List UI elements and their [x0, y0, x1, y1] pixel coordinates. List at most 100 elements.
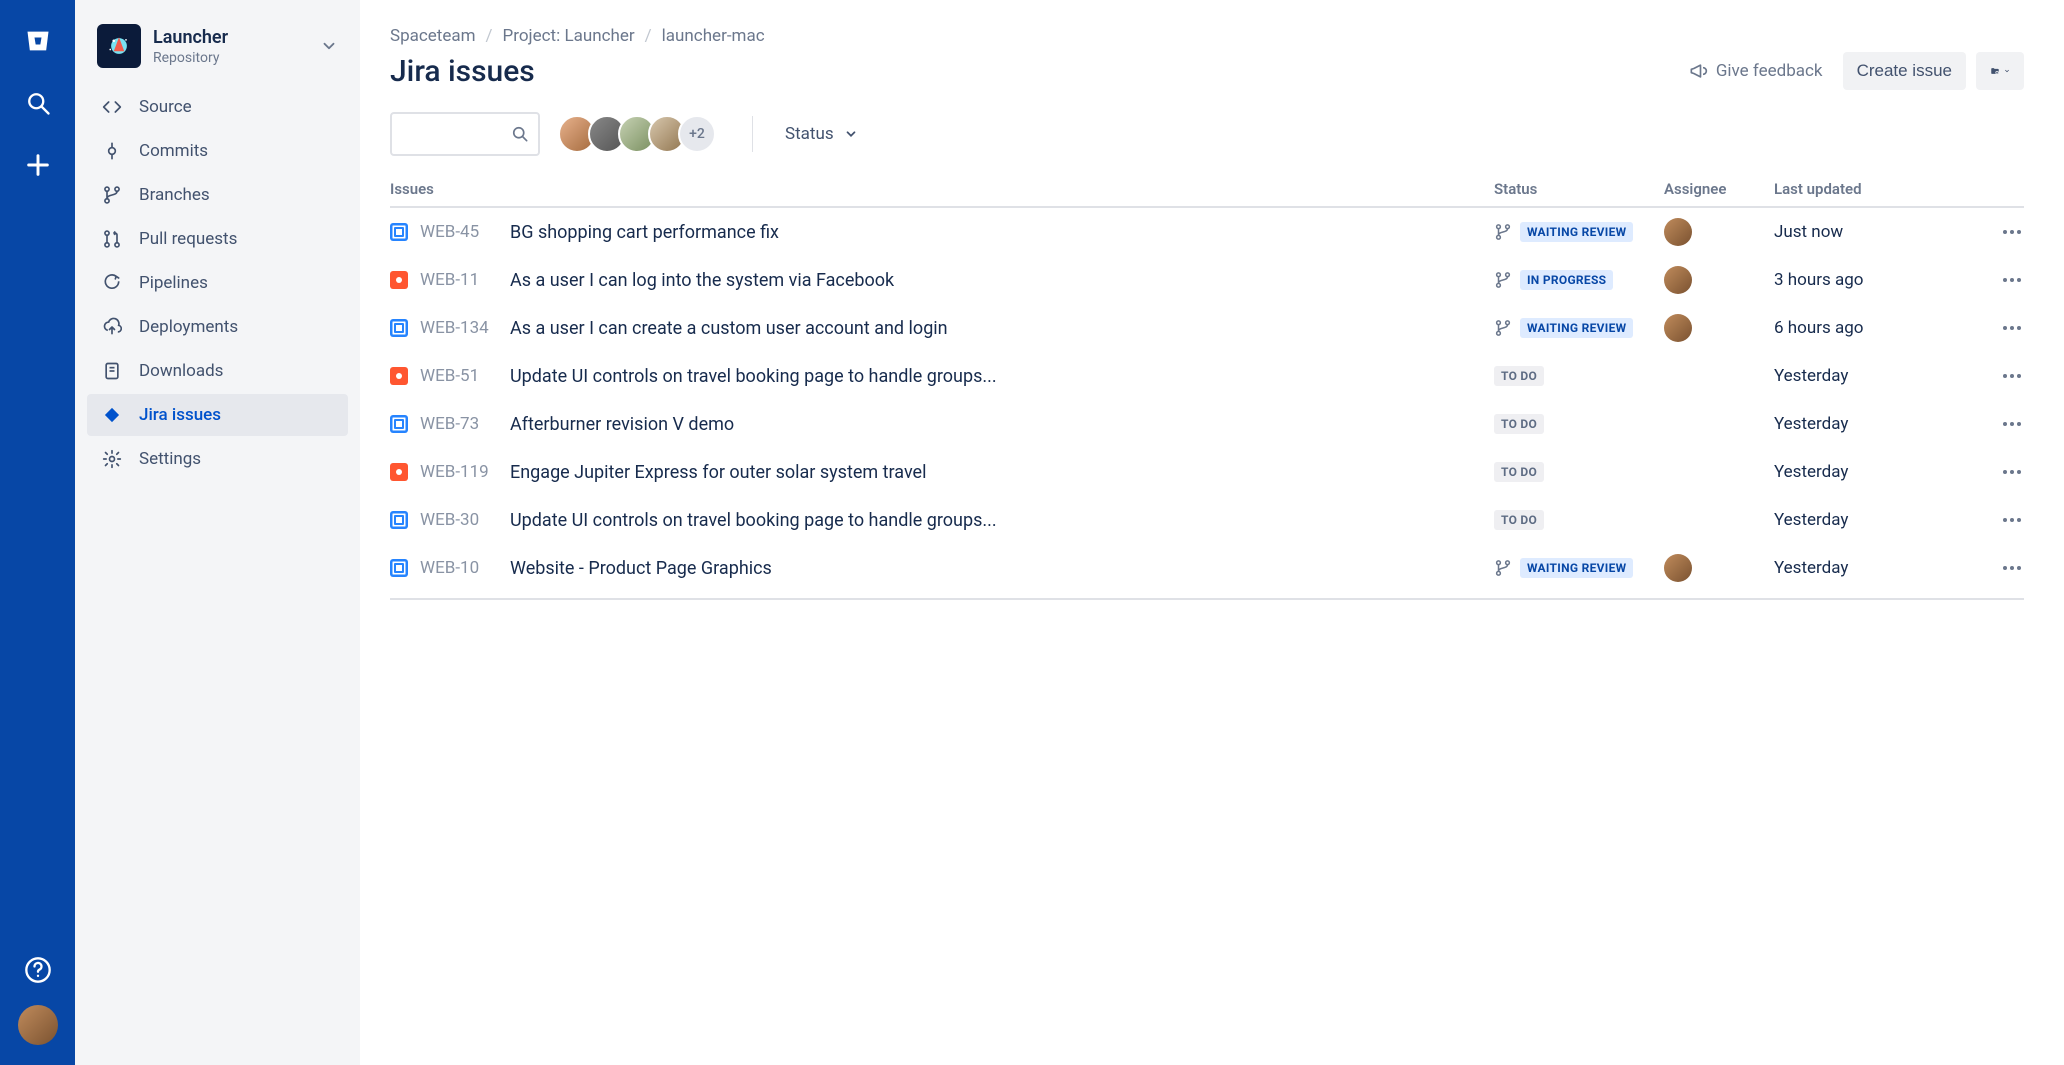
- table-row[interactable]: WEB-134 As a user I can create a custom u…: [390, 304, 2024, 352]
- commits-icon: [101, 140, 123, 162]
- status-badge[interactable]: WAITING REVIEW: [1520, 318, 1633, 338]
- issue-type-icon: [390, 463, 408, 481]
- assignee-avatar[interactable]: [1664, 218, 1692, 246]
- more-icon: [2000, 220, 2024, 244]
- more-icon: [2000, 268, 2024, 292]
- issues-table: Issues Status Assignee Last updated WEB-…: [390, 174, 2024, 600]
- board-link-button[interactable]: [1976, 52, 2024, 90]
- table-row[interactable]: WEB-30 Update UI controls on travel booki…: [390, 496, 2024, 544]
- avatar-overflow[interactable]: +2: [678, 115, 716, 153]
- status-badge[interactable]: TO DO: [1494, 366, 1544, 386]
- issue-summary[interactable]: Update UI controls on travel booking pag…: [510, 510, 997, 531]
- issue-key[interactable]: WEB-73: [420, 414, 498, 434]
- issue-key[interactable]: WEB-45: [420, 222, 498, 242]
- table-row[interactable]: WEB-73Afterburner revision V demoTO DOYe…: [390, 400, 2024, 448]
- assignee-cell: [1664, 554, 1774, 582]
- bitbucket-logo-icon[interactable]: [21, 24, 55, 58]
- row-actions-button[interactable]: [1974, 412, 2024, 436]
- more-icon: [2000, 316, 2024, 340]
- sidebar-item-label: Pull requests: [139, 229, 237, 249]
- table-row[interactable]: WEB-51 Update UI controls on travel booki…: [390, 352, 2024, 400]
- issue-type-icon: [390, 415, 408, 433]
- project-header[interactable]: Launcher Repository: [87, 18, 348, 86]
- status-badge[interactable]: WAITING REVIEW: [1520, 558, 1633, 578]
- divider: [752, 116, 753, 152]
- issue-summary[interactable]: As a user I can create a custom user acc…: [510, 318, 948, 339]
- create-icon[interactable]: [21, 148, 55, 182]
- sidebar-item-pipelines[interactable]: Pipelines: [87, 262, 348, 304]
- status-badge[interactable]: TO DO: [1494, 414, 1544, 434]
- issue-key[interactable]: WEB-11: [420, 270, 498, 290]
- issue-summary[interactable]: As a user I can log into the system via …: [510, 270, 894, 291]
- more-icon: [2000, 508, 2024, 532]
- issue-key[interactable]: WEB-134: [420, 318, 498, 338]
- help-icon[interactable]: [21, 953, 55, 987]
- sidebar-item-label: Jira issues: [139, 405, 221, 425]
- row-actions-button[interactable]: [1974, 508, 2024, 532]
- sidebar-item-settings[interactable]: Settings: [87, 438, 348, 480]
- row-actions-button[interactable]: [1974, 268, 2024, 292]
- row-actions-button[interactable]: [1974, 316, 2024, 340]
- status-filter[interactable]: Status: [777, 118, 866, 150]
- issue-key[interactable]: WEB-30: [420, 510, 498, 530]
- table-row[interactable]: WEB-11 As a user I can log into the syste…: [390, 256, 2024, 304]
- issue-summary[interactable]: Website - Product Page Graphics: [510, 558, 772, 579]
- issue-summary[interactable]: Engage Jupiter Express for outer solar s…: [510, 462, 926, 483]
- sidebar-item-jira[interactable]: Jira issues: [87, 394, 348, 436]
- sidebar-item-deployments[interactable]: Deployments: [87, 306, 348, 348]
- sidebar-item-downloads[interactable]: Downloads: [87, 350, 348, 392]
- table-row[interactable]: WEB-119 Engage Jupiter Express for outer …: [390, 448, 2024, 496]
- issue-key[interactable]: WEB-10: [420, 558, 498, 578]
- issue-summary[interactable]: Update UI controls on travel booking pag…: [510, 366, 997, 387]
- assignee-avatar[interactable]: [1664, 266, 1692, 294]
- issue-summary[interactable]: BG shopping cart performance fix: [510, 222, 779, 243]
- issue-type-icon: [390, 271, 408, 289]
- row-actions-button[interactable]: [1974, 460, 2024, 484]
- assignee-avatar[interactable]: [1664, 314, 1692, 342]
- sidebar-item-pullrequests[interactable]: Pull requests: [87, 218, 348, 260]
- sidebar-item-branches[interactable]: Branches: [87, 174, 348, 216]
- search-field[interactable]: [400, 124, 510, 144]
- profile-avatar[interactable]: [18, 1005, 58, 1045]
- crumb-0[interactable]: Spaceteam: [390, 26, 476, 46]
- status-cell: TO DO: [1494, 462, 1664, 482]
- breadcrumb-sep: /: [486, 26, 493, 46]
- status-badge[interactable]: WAITING REVIEW: [1520, 222, 1633, 242]
- issue-key[interactable]: WEB-51: [420, 366, 498, 386]
- give-feedback-button[interactable]: Give feedback: [1678, 53, 1833, 89]
- folder-link-icon: [1990, 61, 2000, 81]
- issue-key[interactable]: WEB-119: [420, 462, 498, 482]
- last-updated: Yesterday: [1774, 510, 1974, 530]
- status-cell: TO DO: [1494, 366, 1664, 386]
- search-input[interactable]: [390, 112, 540, 156]
- row-actions-button[interactable]: [1974, 364, 2024, 388]
- global-rail: [0, 0, 75, 1065]
- issue-type-icon: [390, 559, 408, 577]
- project-name: Launcher: [153, 27, 228, 48]
- sidebar-item-source[interactable]: Source: [87, 86, 348, 128]
- assignee-cell: [1664, 266, 1774, 294]
- status-badge[interactable]: IN PROGRESS: [1520, 270, 1613, 290]
- issue-type-icon: [390, 319, 408, 337]
- table-footer-line: [390, 598, 2024, 600]
- sidebar-item-label: Pipelines: [139, 273, 208, 293]
- chevron-down-icon[interactable]: [320, 37, 338, 55]
- more-icon: [2000, 412, 2024, 436]
- row-actions-button[interactable]: [1974, 556, 2024, 580]
- crumb-2[interactable]: launcher-mac: [662, 26, 765, 46]
- status-badge[interactable]: TO DO: [1494, 462, 1544, 482]
- create-issue-button[interactable]: Create issue: [1843, 52, 1966, 90]
- chevron-down-icon: [844, 127, 858, 141]
- branch-icon: [1494, 559, 1512, 577]
- table-row[interactable]: WEB-10 Website - Product Page Graphics WAI…: [390, 544, 2024, 592]
- assignee-avatar[interactable]: [1664, 554, 1692, 582]
- col-status: Status: [1494, 180, 1664, 198]
- table-row[interactable]: WEB-45 BG shopping cart performance fix WA…: [390, 208, 2024, 256]
- crumb-1[interactable]: Project: Launcher: [503, 26, 635, 46]
- status-badge[interactable]: TO DO: [1494, 510, 1544, 530]
- row-actions-button[interactable]: [1974, 220, 2024, 244]
- search-icon[interactable]: [21, 86, 55, 120]
- issue-summary[interactable]: Afterburner revision V demo: [510, 414, 734, 435]
- sidebar-item-commits[interactable]: Commits: [87, 130, 348, 172]
- branch-icon: [1494, 319, 1512, 337]
